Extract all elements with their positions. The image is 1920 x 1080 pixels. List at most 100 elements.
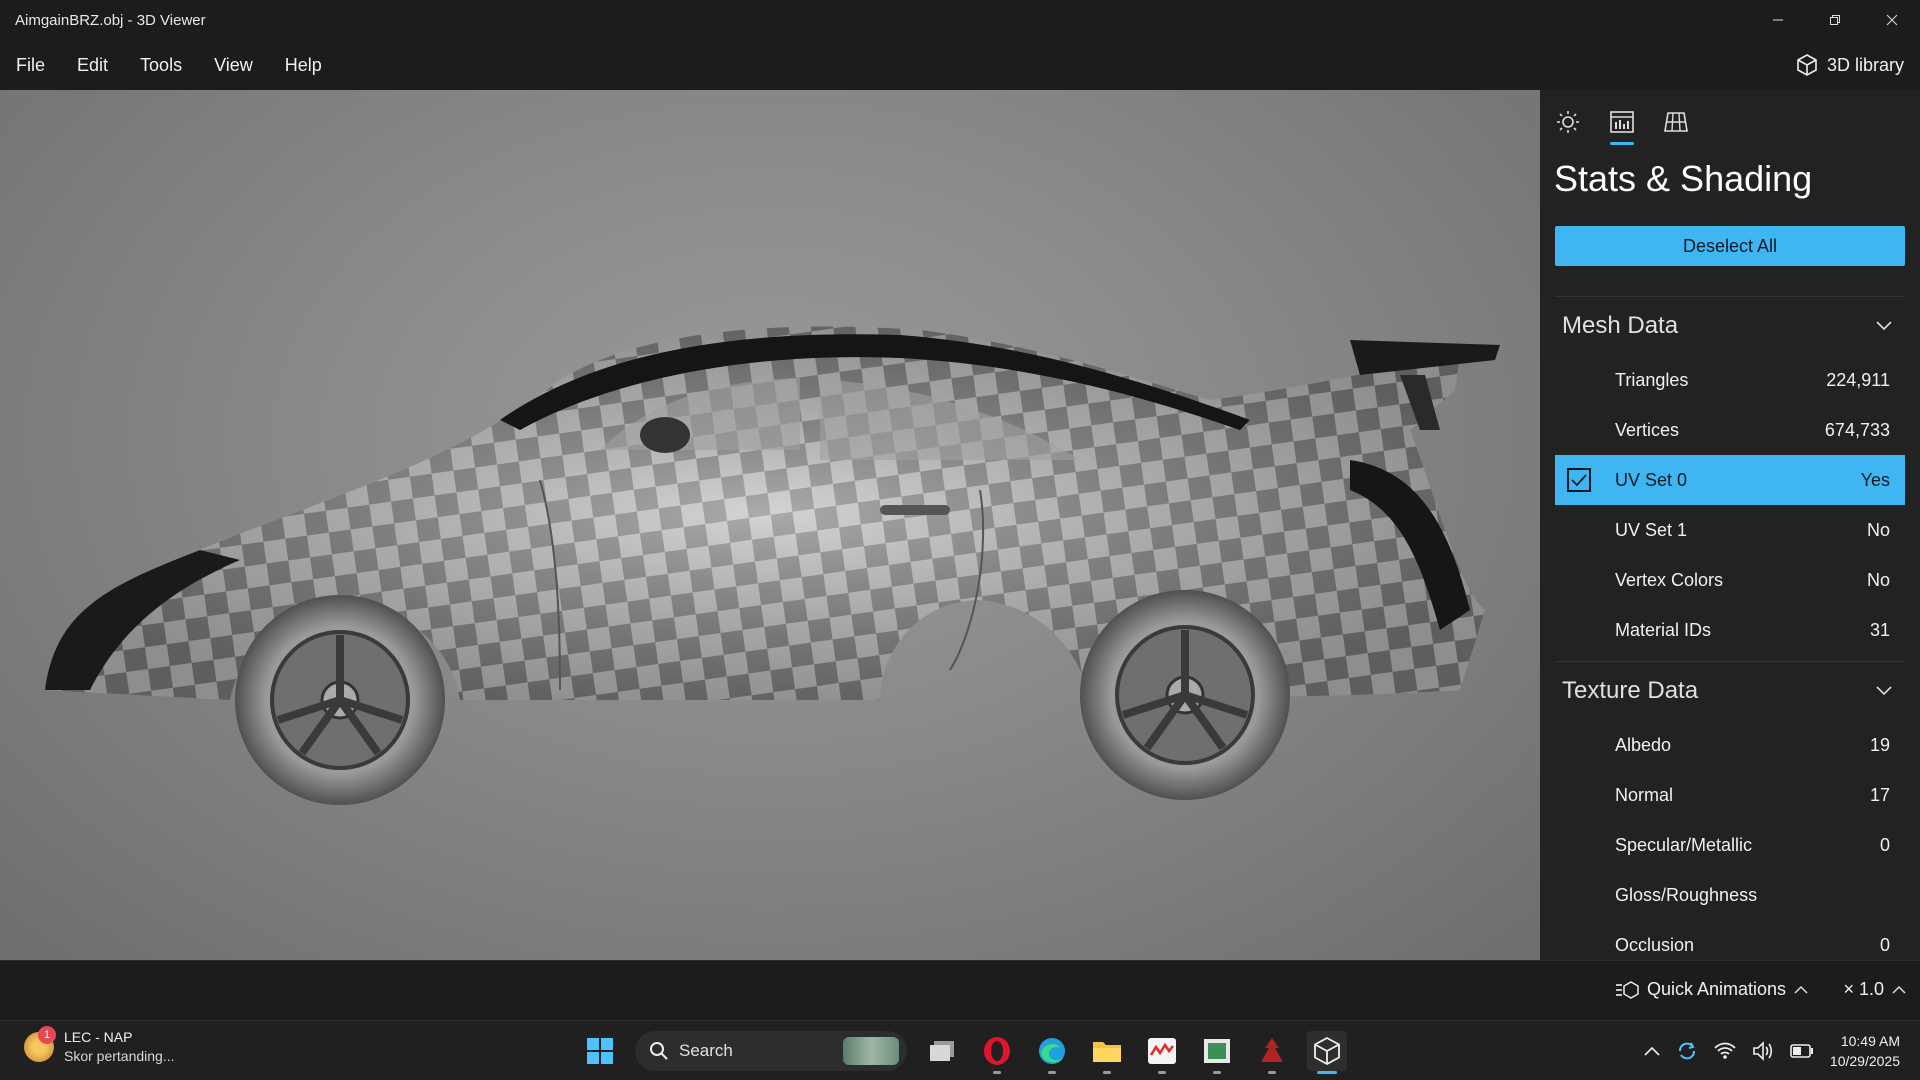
minimize-button[interactable] [1749, 0, 1806, 40]
row-value: 19 [1869, 734, 1890, 755]
panel-tabs [1540, 90, 1920, 150]
row-value: No [1866, 519, 1890, 540]
mesh-data-header[interactable]: Mesh Data [1540, 297, 1920, 355]
tab-lighting[interactable] [1554, 107, 1582, 137]
row-label: Albedo [1615, 734, 1672, 755]
chevron-up-icon[interactable] [1644, 1046, 1660, 1056]
texture-row-specular[interactable]: Specular/Metallic 0 [1555, 820, 1905, 870]
system-tray: 10:49 AM 10/29/2025 [1644, 1027, 1900, 1075]
search-placeholder: Search [679, 1041, 733, 1060]
news-subtitle: Skor pertanding... [64, 1048, 175, 1064]
start-button[interactable] [580, 1031, 620, 1071]
menu-tools[interactable]: Tools [124, 40, 198, 90]
texture-data-title: Texture Data [1562, 677, 1699, 704]
3d-viewer-app[interactable] [1307, 1031, 1347, 1074]
animation-icon [1615, 980, 1639, 999]
menu-help[interactable]: Help [269, 40, 338, 90]
battery-icon[interactable] [1790, 1044, 1814, 1058]
speed-button[interactable]: × 1.0 [1843, 979, 1906, 1000]
menu-view[interactable]: View [198, 40, 269, 90]
row-value: 17 [1869, 784, 1890, 805]
game-app[interactable] [1252, 1031, 1292, 1074]
mesh-row-uv-set-1[interactable]: UV Set 1 No [1555, 505, 1905, 555]
opera-icon [984, 1037, 1010, 1065]
row-label: UV Set 1 [1615, 519, 1688, 540]
restore-button[interactable] [1806, 0, 1863, 40]
uv-set-0-checkbox[interactable] [1567, 468, 1591, 492]
panel-title: Stats & Shading [1554, 158, 1813, 199]
row-value: 674,733 [1824, 419, 1890, 440]
game-icon [1261, 1038, 1283, 1062]
row-value: 0 [1879, 834, 1890, 855]
row-label: Vertices [1615, 419, 1680, 440]
news-text: LEC - NAP Skor pertanding... [64, 1029, 175, 1064]
restore-icon [1829, 15, 1840, 25]
news-widget[interactable]: 1 LEC - NAP Skor pertanding... [24, 1025, 175, 1064]
row-value: Yes [1860, 469, 1890, 490]
chart-app-icon [1148, 1038, 1176, 1064]
3d-viewer-icon [1314, 1036, 1340, 1066]
windows-icon [587, 1038, 613, 1064]
mesh-data-title: Mesh Data [1562, 312, 1679, 339]
deselect-all-button[interactable]: Deselect All [1555, 226, 1905, 266]
sheet-icon [1204, 1039, 1230, 1063]
texture-row-occlusion[interactable]: Occlusion 0 [1555, 920, 1905, 960]
row-value: 224,911 [1826, 369, 1890, 390]
mesh-row-vertices[interactable]: Vertices 674,733 [1555, 405, 1905, 455]
monitor-app[interactable] [1142, 1031, 1182, 1074]
taskbar-search[interactable]: Search [635, 1031, 907, 1071]
row-value: 0 [1879, 934, 1890, 955]
volume-icon[interactable] [1752, 1041, 1774, 1061]
menu-edit[interactable]: Edit [61, 40, 124, 90]
edge-app[interactable] [1032, 1031, 1072, 1074]
clock[interactable]: 10:49 AM 10/29/2025 [1830, 1031, 1900, 1071]
stats-icon [1610, 111, 1634, 133]
window-controls [1749, 0, 1920, 40]
grid-icon [1664, 112, 1688, 132]
menu-file[interactable]: File [0, 40, 61, 90]
taskbar-apps: Search [580, 1029, 1347, 1074]
spreadsheet-app[interactable] [1197, 1031, 1237, 1074]
row-value: 31 [1869, 619, 1890, 640]
search-icon [650, 1042, 668, 1060]
tab-grid[interactable] [1662, 107, 1690, 137]
texture-row-gloss[interactable]: Gloss/Roughness [1555, 870, 1905, 920]
close-button[interactable] [1863, 0, 1920, 40]
row-label: Normal [1615, 784, 1674, 805]
mesh-row-uv-set-0[interactable]: UV Set 0 Yes [1555, 455, 1905, 505]
row-label: Occlusion [1615, 934, 1695, 955]
task-view-button[interactable] [922, 1031, 962, 1071]
row-value: No [1866, 569, 1890, 590]
taskbar: 1 LEC - NAP Skor pertanding... Search 10… [0, 1020, 1920, 1080]
mesh-row-vertex-colors[interactable]: Vertex Colors No [1555, 555, 1905, 605]
sync-icon[interactable] [1676, 1040, 1698, 1062]
3d-viewport[interactable] [0, 90, 1540, 960]
texture-row-albedo[interactable]: Albedo 19 [1555, 720, 1905, 770]
task-view-icon [930, 1041, 954, 1061]
wifi-icon[interactable] [1714, 1042, 1736, 1060]
news-icon: 1 [24, 1025, 56, 1062]
stats-shading-panel: Stats & Shading Deselect All Mesh Data T… [1540, 90, 1920, 960]
opera-app[interactable] [977, 1031, 1017, 1074]
checkmark-icon [1571, 474, 1587, 487]
mesh-row-material-ids[interactable]: Material IDs 31 [1555, 605, 1905, 655]
minimize-icon [1772, 19, 1783, 21]
title-bar: AimgainBRZ.obj - 3D Viewer [0, 0, 1920, 40]
row-label: Vertex Colors [1615, 569, 1724, 590]
chevron-up-icon [1892, 985, 1906, 994]
news-title: LEC - NAP [64, 1029, 133, 1045]
search-highlight-image [843, 1037, 899, 1065]
clock-date: 10/29/2025 [1829, 1053, 1900, 1069]
3d-library-button[interactable]: 3D library [1795, 40, 1904, 90]
texture-row-normal[interactable]: Normal 17 [1555, 770, 1905, 820]
3d-library-label: 3D library [1826, 54, 1904, 75]
folder-icon [1093, 1042, 1121, 1062]
file-explorer-app[interactable] [1087, 1031, 1127, 1074]
quick-animations-label: Quick Animations [1646, 979, 1786, 999]
tab-stats[interactable] [1608, 107, 1636, 145]
speed-label: × 1.0 [1843, 979, 1884, 999]
quick-animations-button[interactable]: Quick Animations [1615, 979, 1808, 1000]
mesh-row-triangles[interactable]: Triangles 224,911 [1555, 355, 1905, 405]
texture-data-header[interactable]: Texture Data [1540, 662, 1920, 720]
close-icon [1886, 14, 1897, 26]
